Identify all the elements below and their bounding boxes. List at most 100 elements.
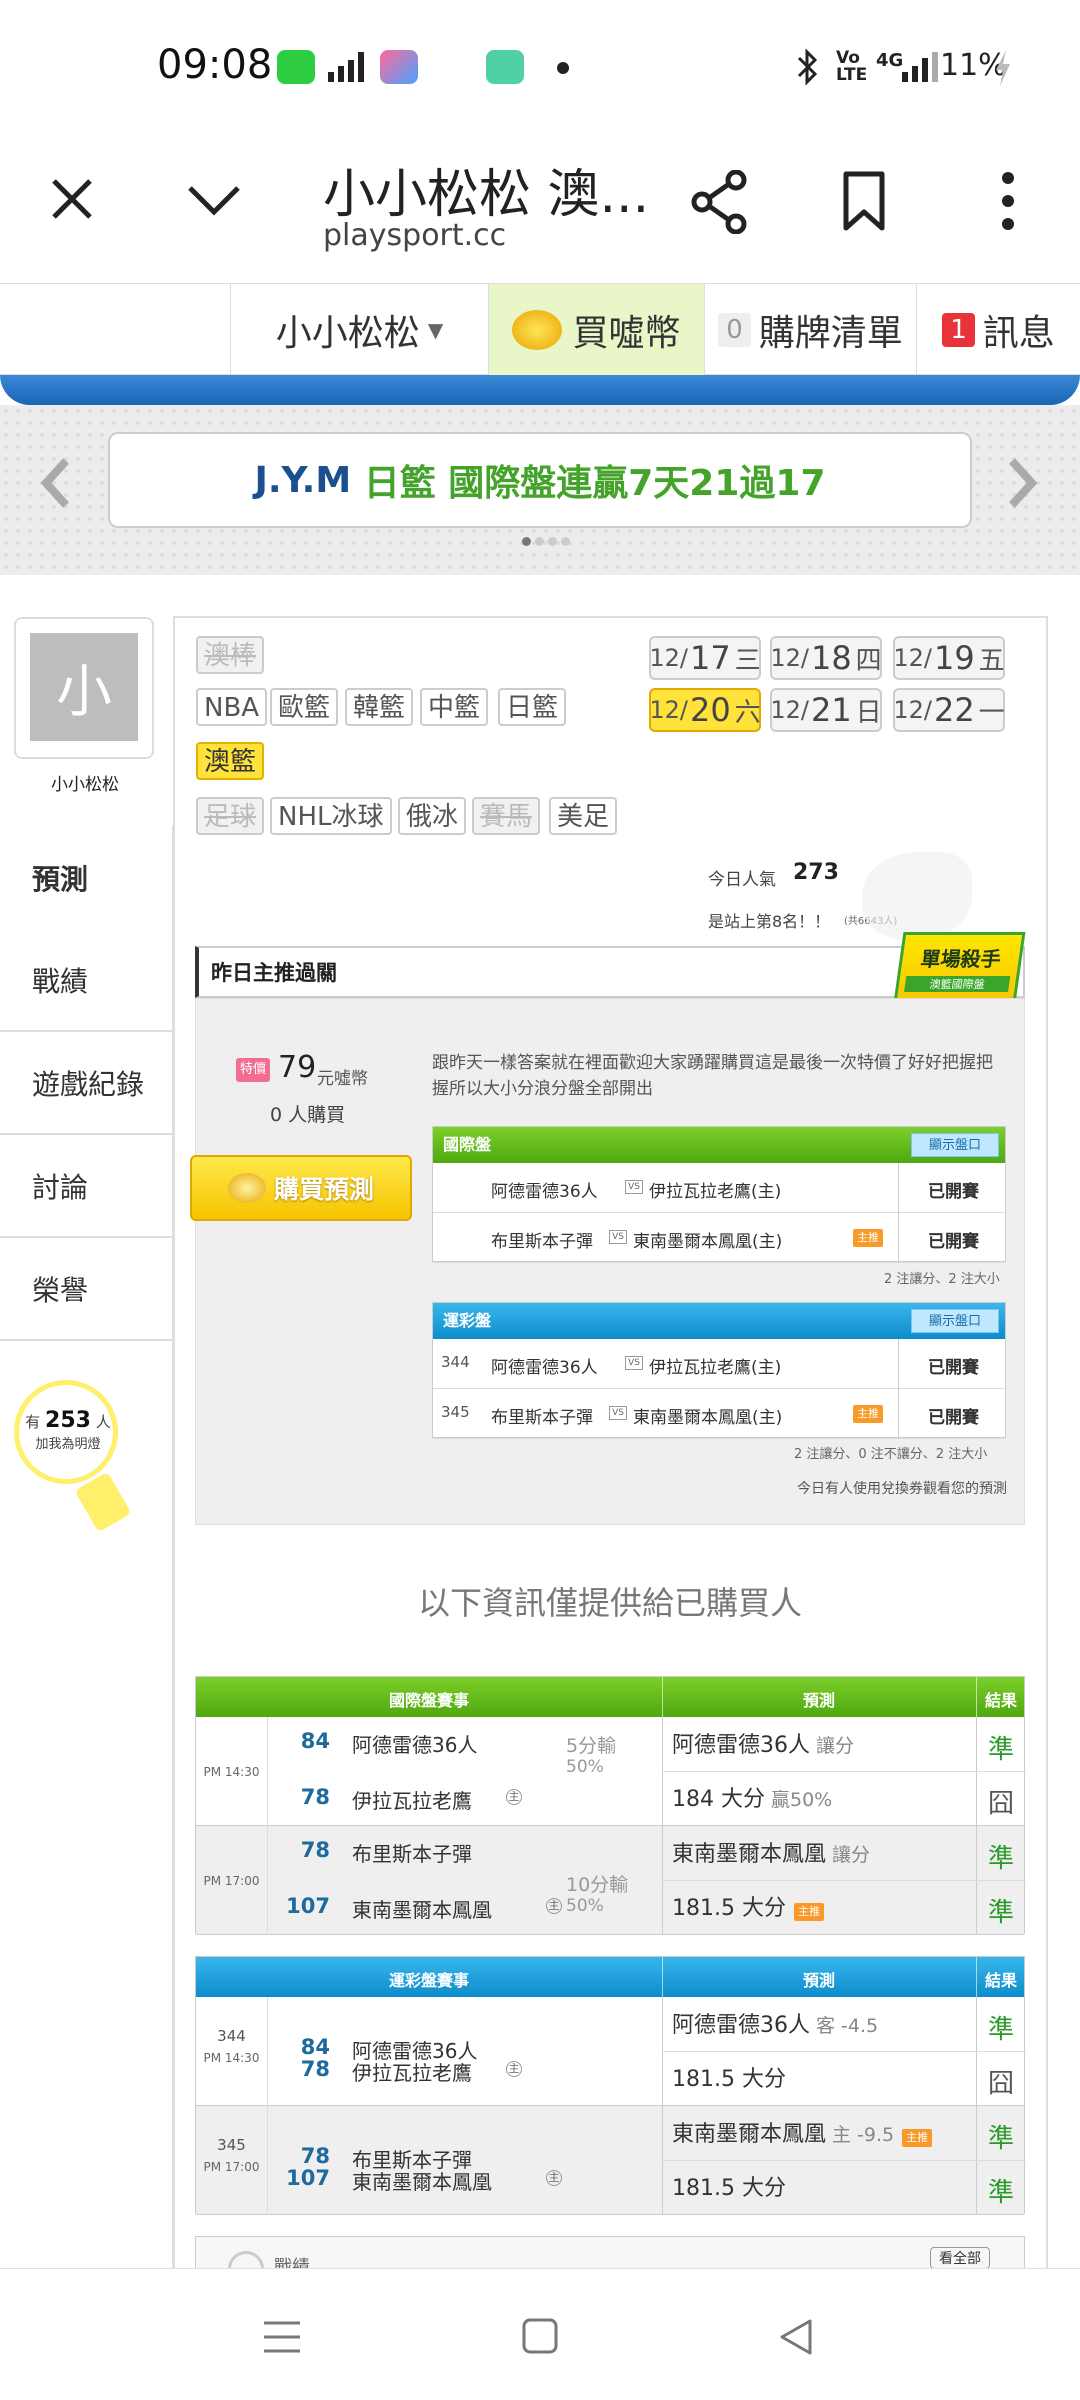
cart-count-badge: 0 [718, 313, 751, 347]
lottery-results-table: 運彩盤賽事 預測 結果 344 PM 14:30 84 阿德雷德36人 78 伊拉瓦拉老鷹主阿德… [195, 1956, 1026, 2215]
side-tab[interactable]: 遊戲紀錄 [0, 1032, 172, 1135]
prediction-team: 阿德雷德36人 [672, 1733, 810, 1758]
signal-bars-icon [328, 52, 364, 82]
date-tab[interactable]: 12/17 三 [649, 636, 761, 680]
time-cell: PM 14:30 [196, 1717, 268, 1826]
page-title: 小小松松 澳... [323, 165, 650, 225]
sport-tag[interactable]: NHL冰球 [270, 797, 392, 835]
date-tab[interactable]: 12/19 五 [893, 636, 1005, 680]
game-status: 已開賽 [928, 1408, 979, 1428]
home-marker: 主 [506, 2061, 522, 2077]
profile-name: 小小松松 [51, 775, 119, 795]
banner-author: J.Y.M [254, 459, 352, 501]
row-divider [662, 1771, 1026, 1772]
side-tab-divider [172, 826, 174, 2268]
date-tab[interactable]: 12/22 一 [893, 688, 1005, 732]
bulb-count: 253 [45, 1408, 91, 1433]
battery-charging-icon [996, 50, 1010, 86]
side-tab[interactable]: 戰績 [0, 929, 172, 1032]
date-tab[interactable]: 12/18 四 [770, 636, 882, 680]
cell-signal-icon [902, 52, 938, 82]
bulb-label: 加我為明燈 [35, 1437, 101, 1452]
side-tab-label: 討論 [32, 1170, 89, 1204]
col-games: 運彩盤賽事 [388, 1971, 469, 1990]
date-month: 12/ [770, 644, 809, 672]
featured-tag: 主推 [793, 1903, 824, 1921]
volte-label: Vo LTE [836, 48, 868, 85]
result-total: 準 [987, 1898, 1014, 1928]
home-team: 伊拉瓦拉老鷹(主) [649, 1358, 782, 1378]
side-tab[interactable]: 預測 [0, 826, 172, 929]
show-odds-button[interactable]: 顯示盤口 [911, 1133, 999, 1157]
prediction-total-value: 181.5 大分 [672, 2067, 786, 2092]
sport-tag[interactable]: 澳棒 [196, 636, 265, 674]
col-result: 結果 [984, 1971, 1017, 1990]
side-tab[interactable]: 討論 [0, 1135, 172, 1238]
recent-apps-icon[interactable] [262, 2317, 302, 2357]
share-icon[interactable] [690, 170, 750, 234]
chevron-right-icon[interactable] [1006, 457, 1040, 509]
more-notifications-dot-icon [557, 62, 569, 74]
buy-coins-button[interactable]: 買噓幣 [488, 284, 704, 376]
side-tab[interactable]: 榮譽 [0, 1238, 172, 1341]
close-icon[interactable] [48, 175, 96, 223]
date-weekday: 六 [734, 697, 761, 728]
away-score: 78 [300, 1838, 330, 1862]
carousel-dots [522, 537, 570, 546]
home-icon[interactable] [521, 2317, 559, 2355]
back-icon[interactable] [776, 2317, 816, 2357]
cart-link[interactable]: 0 購牌清單 [704, 284, 916, 376]
date-tab[interactable]: 12/21 日 [770, 688, 882, 732]
app-notification-icon [277, 50, 315, 84]
sport-tag[interactable]: 美足 [549, 797, 618, 835]
featured-tag: 主推 [902, 2129, 933, 2147]
home-score: 107 [286, 2166, 330, 2190]
messages-link[interactable]: 1 訊息 [916, 284, 1080, 376]
col-games: 國際盤賽事 [388, 1691, 469, 1710]
bulb-pre: 有 [25, 1413, 41, 1431]
sport-tag[interactable]: 澳籃 [196, 742, 265, 780]
popularity-value: 273 [793, 860, 839, 885]
sport-tag[interactable]: 日籃 [498, 688, 567, 726]
col-prediction: 預測 [802, 1971, 835, 1990]
bookmark-icon[interactable] [842, 170, 886, 232]
result-spread: 準 [987, 1735, 1014, 1765]
sport-tag[interactable]: NBA [196, 688, 268, 726]
prediction-total: 181.5 大分 主推 [672, 1890, 824, 1922]
away-team: 布里斯本子彈 [491, 1408, 593, 1428]
user-menu[interactable]: 小小松松 ▼ [230, 284, 488, 376]
cell-divider [898, 1213, 899, 1263]
caret-down-icon: ▼ [427, 318, 444, 342]
page-url[interactable]: playsport.cc [323, 218, 506, 253]
table-header: 運彩盤賽事 預測 結果 [196, 1957, 1024, 1997]
sport-tag[interactable]: 韓籃 [345, 688, 414, 726]
sport-tag[interactable]: 俄冰 [398, 797, 467, 835]
user-menu-label: 小小松松 [275, 313, 420, 354]
sport-tag[interactable]: 賽馬 [472, 797, 541, 835]
date-month: 12/ [893, 644, 932, 672]
sport-tag[interactable]: 中籃 [420, 688, 489, 726]
date-month: 12/ [649, 696, 688, 724]
price-unit: 元噓幣 [317, 1069, 368, 1089]
banner-text: 日籃 國際盤連贏7天21過17 [363, 463, 826, 504]
browser-toolbar: 小小松松 澳... playsport.cc [0, 130, 1080, 280]
more-vert-icon[interactable] [996, 170, 1020, 232]
sport-tag[interactable]: 歐籃 [270, 688, 339, 726]
show-odds-button[interactable]: 顯示盤口 [911, 1309, 999, 1333]
prediction-spread: 東南墨爾本鳳凰主 -9.5 主推 [672, 2116, 933, 2148]
date-day: 18 [810, 639, 852, 677]
lottery-summary: 2 注讓分、0 注不讓分、2 注大小 [794, 1447, 988, 1462]
buy-prediction-button[interactable]: 購買預測 [190, 1155, 412, 1221]
banner-headline[interactable]: J.Y.M 日籃 國際盤連贏7天21過17 [108, 432, 972, 528]
date-weekday: 一 [978, 697, 1005, 728]
date-tab[interactable]: 12/20 六 [649, 688, 761, 732]
status-time: 09:08 [157, 42, 273, 88]
side-tab-label: 榮譽 [32, 1273, 89, 1307]
avatar[interactable]: 小 [30, 633, 138, 741]
sport-tag[interactable]: 足球 [196, 797, 265, 835]
result-spread: 準 [987, 1844, 1014, 1874]
view-all-button[interactable]: 看全部 [930, 2247, 990, 2269]
chevron-left-icon[interactable] [38, 457, 72, 509]
home-team: 伊拉瓦拉老鷹 [352, 2061, 472, 2085]
chevron-down-icon[interactable] [186, 182, 242, 218]
